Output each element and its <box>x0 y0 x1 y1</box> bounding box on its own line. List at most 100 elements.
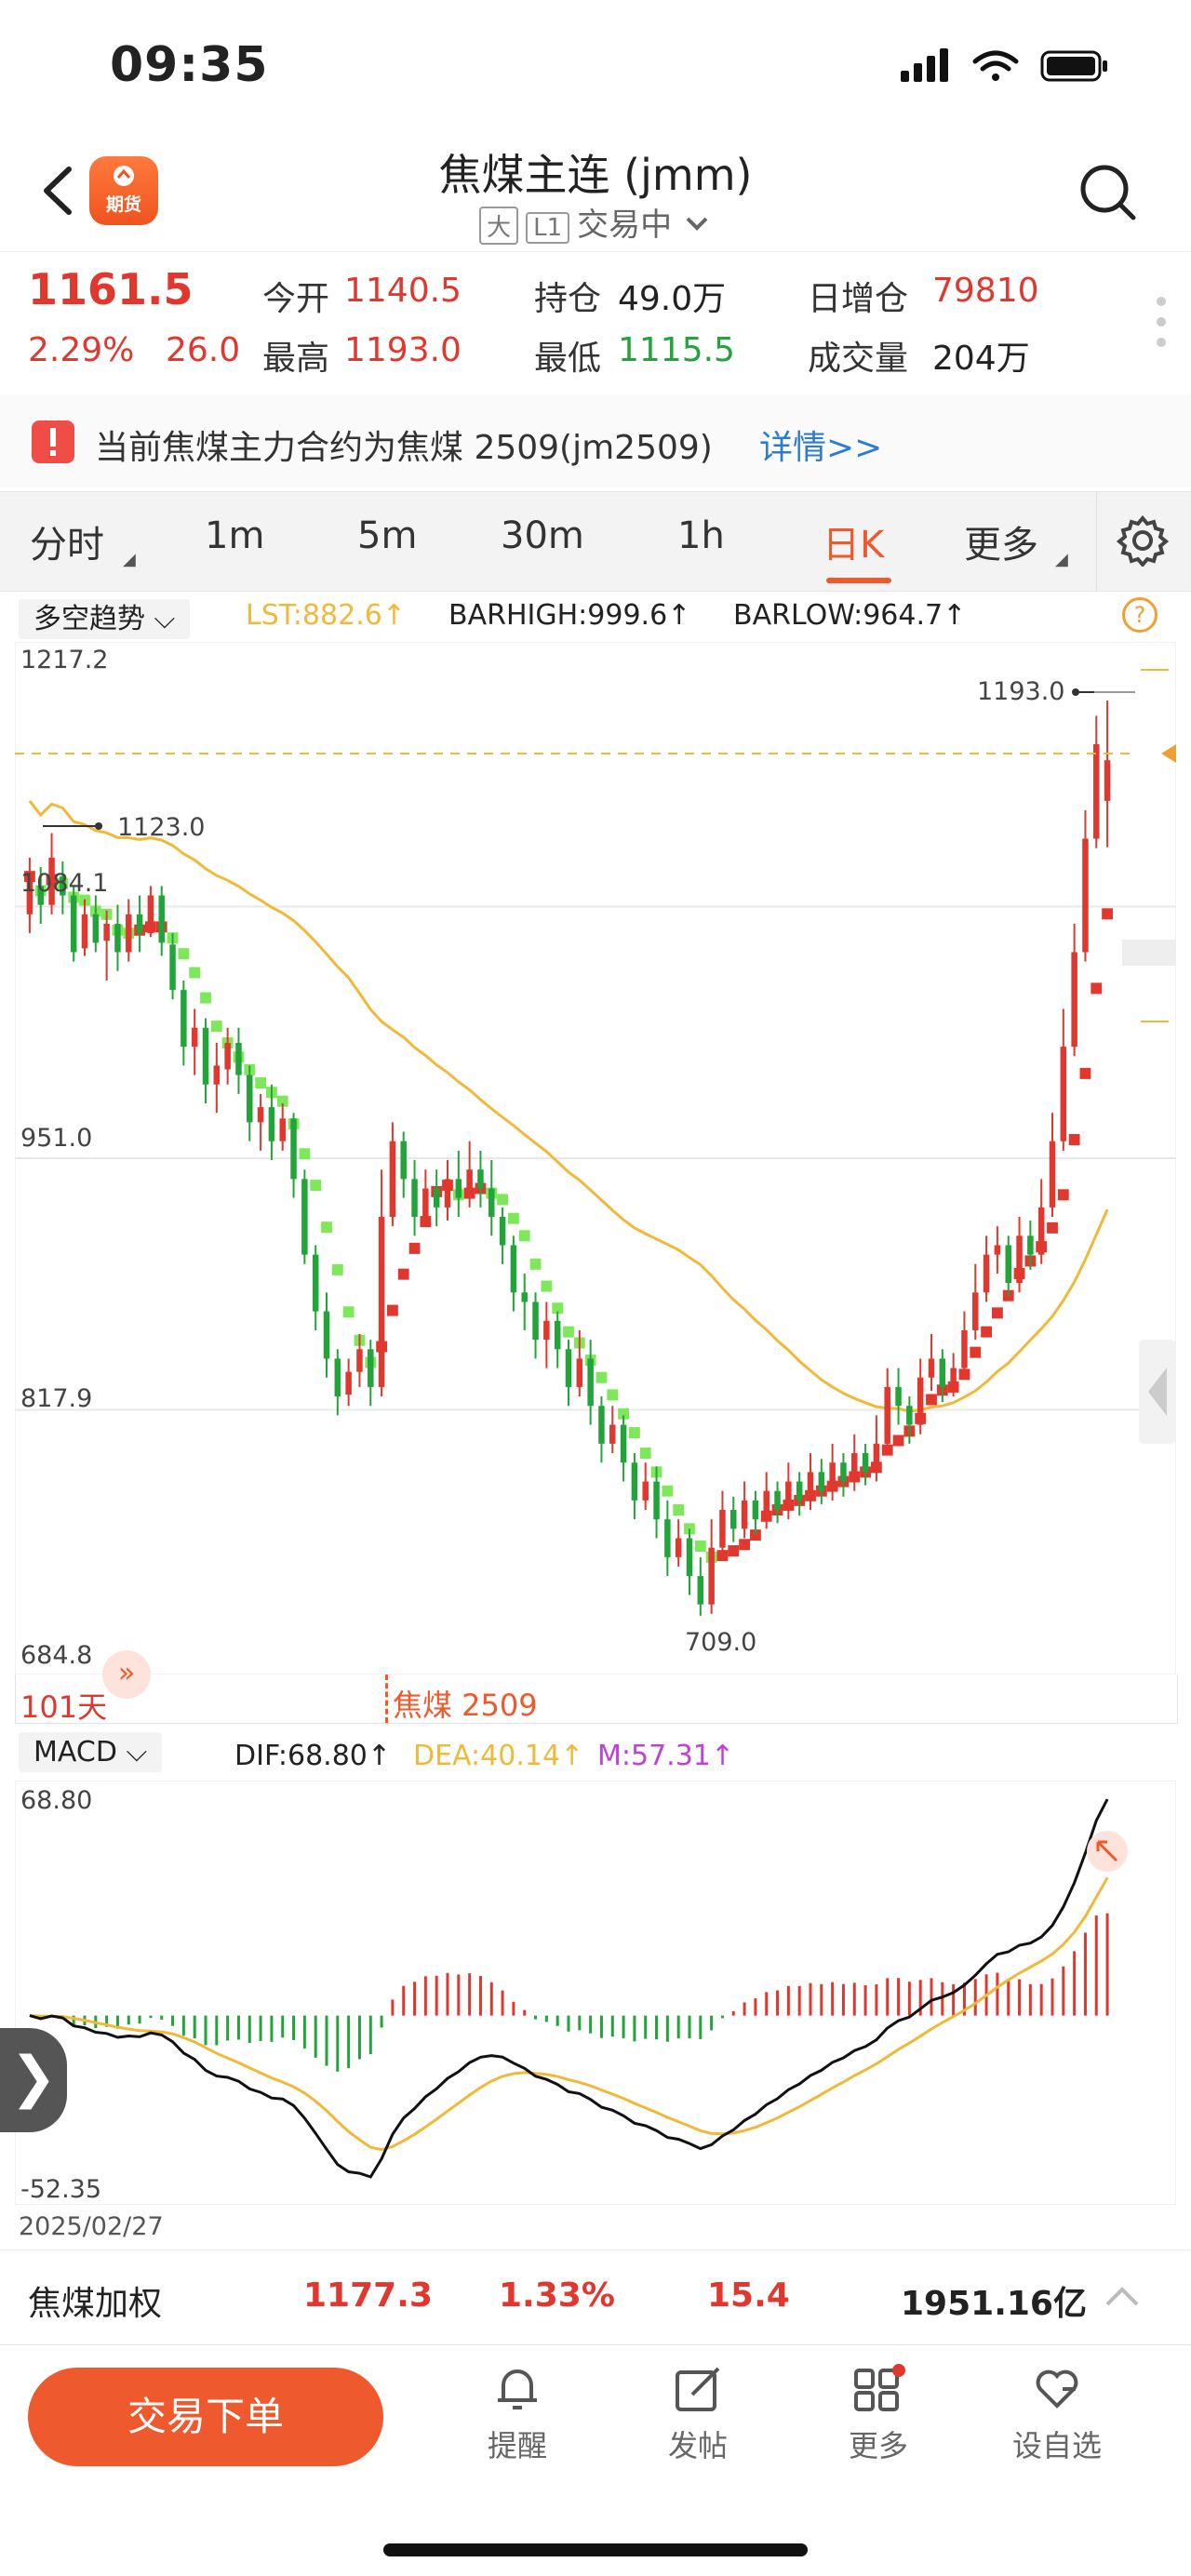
candle-body <box>554 1320 561 1350</box>
candle-body <box>620 1424 627 1463</box>
contract-switch-line <box>385 1675 388 1723</box>
candle-body <box>829 1462 836 1491</box>
expand-left-icon[interactable]: » <box>102 1650 151 1699</box>
candle-body <box>290 1118 297 1180</box>
candle-body <box>103 923 110 941</box>
candle-body <box>279 1118 286 1141</box>
candle-body <box>576 1358 583 1387</box>
tab-1h[interactable]: 1h <box>677 514 725 557</box>
max-price-label: 1193.0 <box>977 677 1065 706</box>
candle-body <box>268 1107 275 1141</box>
candle-body <box>345 1371 352 1395</box>
chip-l1[interactable]: L1 <box>526 212 570 244</box>
add-watchlist-button[interactable]: 设自选 <box>1001 2363 1113 2465</box>
post-button[interactable]: 发帖 <box>642 2363 754 2465</box>
trend-segment <box>1102 908 1113 920</box>
heart-add-icon <box>1036 2369 1078 2409</box>
trend-segment <box>210 1021 222 1033</box>
trade-order-button[interactable]: 交易下单 <box>28 2368 383 2466</box>
candle-body <box>752 1500 759 1520</box>
side-expand-button[interactable]: ❯ <box>0 2028 67 2132</box>
tab-1m[interactable]: 1m <box>205 514 264 557</box>
settings-gear-icon[interactable] <box>1117 514 1169 567</box>
status-time: 09:35 <box>110 37 269 93</box>
trend-segment <box>694 1540 706 1552</box>
barlow-value: BARLOW:964.7↑ <box>733 599 967 632</box>
candle-body <box>851 1453 858 1482</box>
dea-value: DEA:40.14↑ <box>413 1740 584 1772</box>
candle-body <box>774 1490 781 1511</box>
trend-segment <box>1047 1221 1058 1234</box>
candle-body <box>92 914 100 943</box>
trend-segment <box>563 1326 574 1338</box>
weighted-index-row[interactable]: 焦煤加权 1177.3 1.33% 15.4 1951.16亿 <box>0 2249 1191 2343</box>
macd-chart[interactable] <box>15 1781 1176 2205</box>
more-button[interactable]: 更多 <box>823 2363 934 2465</box>
tab-30m[interactable]: 30m <box>501 514 584 557</box>
trend-indicator-name: 多空趋势 <box>33 603 145 635</box>
contract-label: 焦煤 2509 <box>393 1688 538 1723</box>
tab-daily-k[interactable]: 日K <box>823 514 884 568</box>
weighted-change: 15.4 <box>707 2276 790 2315</box>
candle-body <box>368 1349 374 1387</box>
trend-segment <box>387 1304 398 1316</box>
trend-segment <box>331 1263 343 1275</box>
trading-status-row[interactable]: 大 L1 交易中 <box>0 199 1191 245</box>
candle-body <box>697 1576 704 1605</box>
trend-segment <box>508 1212 519 1224</box>
trend-segment <box>321 1221 332 1234</box>
y-tick-3: 951.0 <box>20 1124 93 1153</box>
tab-fenshi[interactable]: 分时 <box>30 514 104 568</box>
candle-body <box>521 1292 528 1302</box>
trend-segment <box>541 1280 553 1292</box>
trend-segment <box>892 1435 904 1447</box>
more-dots-icon[interactable] <box>1152 294 1171 350</box>
help-icon[interactable]: ? <box>1122 597 1158 633</box>
position-value: 49.0万 <box>618 280 727 318</box>
macd-select[interactable]: MACD ⌵ <box>19 1732 163 1772</box>
candle-body <box>389 1141 396 1218</box>
change-pct: 2.29% <box>28 331 135 369</box>
trend-segment <box>299 1148 311 1160</box>
tab-5m[interactable]: 5m <box>357 514 417 557</box>
tab-more[interactable]: 更多 <box>964 514 1038 568</box>
candle-body <box>917 1377 924 1425</box>
candle-body <box>70 895 77 953</box>
candle-body <box>301 1179 308 1255</box>
notice-link[interactable]: 详情>> <box>759 420 882 469</box>
candle-body <box>1049 1141 1056 1208</box>
candle-body <box>906 1406 913 1425</box>
candle-body <box>499 1217 506 1246</box>
min-price-label: 709.0 <box>685 1628 757 1657</box>
y-tick-2: 1084.1 <box>20 869 109 898</box>
candle-body <box>708 1547 715 1605</box>
candle-body <box>466 1169 473 1198</box>
candle-body <box>1060 1047 1067 1141</box>
home-indicator <box>383 2543 808 2556</box>
candle-body <box>224 1043 231 1070</box>
notice-text: 当前焦煤主力合约为焦煤 2509(jm2509) <box>95 429 713 467</box>
notice-bar[interactable]: 当前焦煤主力合约为焦煤 2509(jm2509) 详情>> <box>0 394 1191 487</box>
remind-button[interactable]: 提醒 <box>462 2363 573 2465</box>
kline-chart[interactable] <box>15 642 1176 1675</box>
candle-body <box>114 923 121 953</box>
candle-body <box>565 1349 572 1387</box>
trading-status: 交易中 <box>577 207 673 244</box>
candle-body <box>510 1245 517 1293</box>
chevron-down-icon: ⌵ <box>126 1736 148 1768</box>
search-button[interactable] <box>1076 160 1141 225</box>
chip-big[interactable]: 大 <box>479 207 519 245</box>
candle-body <box>235 1043 242 1075</box>
candle-body <box>664 1519 671 1557</box>
chart-scrollbar[interactable] <box>1122 940 1176 966</box>
candle-body <box>884 1386 890 1444</box>
candle-body <box>488 1188 495 1218</box>
trend-segment <box>408 1242 421 1254</box>
candle-body <box>356 1349 363 1372</box>
tab-active-indicator <box>826 578 891 583</box>
trend-segment <box>728 1545 740 1557</box>
candle-body <box>81 914 88 949</box>
trend-indicator-select[interactable]: 多空趋势 ⌵ <box>19 599 191 639</box>
chevron-up-icon[interactable] <box>1104 2282 1141 2310</box>
candle-body <box>1082 838 1089 953</box>
